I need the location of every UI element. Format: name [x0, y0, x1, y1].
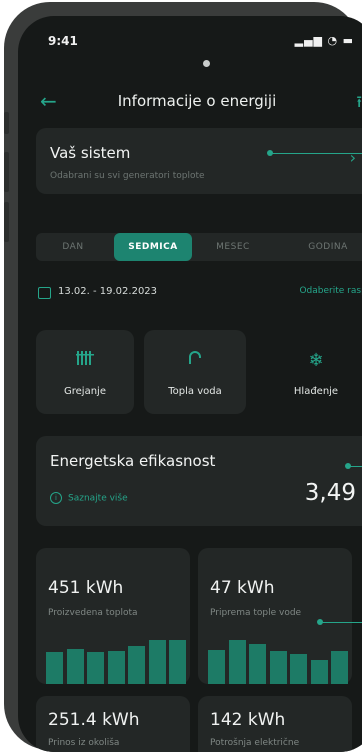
tab-week[interactable]: SEDMICA	[114, 233, 192, 261]
tab-year[interactable]: GODINA	[280, 233, 362, 261]
callout-line	[320, 622, 362, 623]
stat-bar	[148, 640, 166, 684]
snowflake-icon: ❄	[308, 350, 324, 371]
date-row: 13.02. - 19.02.2023 Odaberite raspon	[36, 286, 362, 304]
callout-dot	[345, 463, 351, 469]
efficiency-value: 3,49	[304, 480, 356, 506]
status-bar: 9:41 ▂▄▆ ◔ ▬	[18, 34, 362, 54]
status-indicators-icon: ▂▄▆ ◔ ▬	[294, 34, 354, 47]
stat-bar	[107, 651, 125, 684]
mode-heating[interactable]: Grejanje	[36, 330, 134, 414]
share-icon[interactable]: ⭱	[356, 91, 362, 118]
callout-dot	[317, 619, 323, 625]
tab-day[interactable]: DAN	[36, 233, 110, 261]
app-screen: 9:41 ▂▄▆ ◔ ▬ ← Informacije o energiji ⭱ …	[18, 16, 362, 752]
phone-frame: 9:41 ▂▄▆ ◔ ▬ ← Informacije o energiji ⭱ …	[4, 2, 362, 752]
stat-label: Proizvedena toplota	[48, 608, 138, 618]
stat-card-heat[interactable]: 451 kWh Proizvedena toplota	[36, 548, 190, 684]
stat-bars	[46, 628, 186, 684]
status-time: 9:41	[48, 34, 78, 48]
efficiency-card: Energetska efikasnost i Saznajte više 3,4…	[36, 436, 362, 526]
stat-card-hot-water[interactable]: 47 kWh Priprema tople vode	[198, 548, 352, 684]
stat-label: Potrošnja električne	[210, 738, 300, 748]
stat-bar	[87, 652, 104, 684]
header: ← Informacije o energiji ⭱	[18, 90, 362, 116]
front-camera	[203, 60, 210, 67]
learn-more-label: Saznajte više	[68, 493, 128, 504]
stat-value: 251.4 kWh	[48, 710, 140, 730]
stat-bar	[310, 660, 328, 684]
callout-line	[270, 153, 362, 154]
stat-card-ambient[interactable]: 251.4 kWh Prinos iz okoliša	[36, 696, 190, 752]
radiator-icon	[36, 350, 134, 371]
stat-value: 142 kWh	[210, 710, 286, 730]
system-card-subtitle: Odabrani su svi generatori toplote	[50, 171, 205, 181]
stat-bar	[269, 651, 287, 684]
volume-down-button	[4, 202, 9, 242]
calendar-icon	[38, 287, 51, 299]
faucet-icon	[144, 350, 246, 371]
stat-bar	[66, 649, 84, 684]
period-tabs: DAN SEDMICA MESEC GODINA	[36, 233, 362, 261]
mode-label: Topla voda	[168, 386, 222, 397]
stat-bar	[128, 646, 145, 684]
mode-label: Hlađenje	[293, 386, 339, 397]
mute-switch	[4, 112, 9, 134]
date-range: 13.02. - 19.02.2023	[58, 286, 158, 297]
tab-month[interactable]: MESEC	[196, 233, 270, 261]
mode-label: Grejanje	[64, 386, 106, 397]
page-title: Informacije o energiji	[117, 92, 277, 110]
stat-bar	[331, 651, 348, 684]
stat-bar	[46, 652, 63, 684]
system-card[interactable]: Vaš sistem Odabrani su svi generatori to…	[36, 128, 362, 194]
stat-label: Prinos iz okoliša	[48, 738, 120, 748]
stat-bars	[208, 628, 348, 684]
info-icon: i	[50, 492, 62, 504]
volume-up-button	[4, 152, 9, 192]
system-card-title: Vaš sistem	[50, 144, 131, 162]
mode-cooling[interactable]: ❄ Hlađenje	[256, 330, 362, 414]
chevron-right-icon: ›	[349, 148, 356, 167]
stat-bar	[228, 640, 246, 684]
stat-value: 451 kWh	[48, 578, 124, 598]
efficiency-title: Energetska efikasnost	[50, 452, 216, 470]
stat-bar	[249, 644, 266, 684]
learn-more-link[interactable]: i Saznajte više	[50, 492, 128, 504]
choose-range-link[interactable]: Odaberite raspon	[299, 286, 362, 296]
mode-hot-water[interactable]: Topla voda	[144, 330, 246, 414]
stat-bar	[208, 650, 225, 684]
stat-bar	[169, 640, 186, 684]
stat-value: 47 kWh	[210, 578, 275, 598]
stat-label: Priprema tople vode	[210, 608, 302, 618]
stat-bar	[290, 654, 307, 684]
callout-dot	[267, 150, 273, 156]
stat-card-electricity[interactable]: 142 kWh Potrošnja električne	[198, 696, 352, 752]
